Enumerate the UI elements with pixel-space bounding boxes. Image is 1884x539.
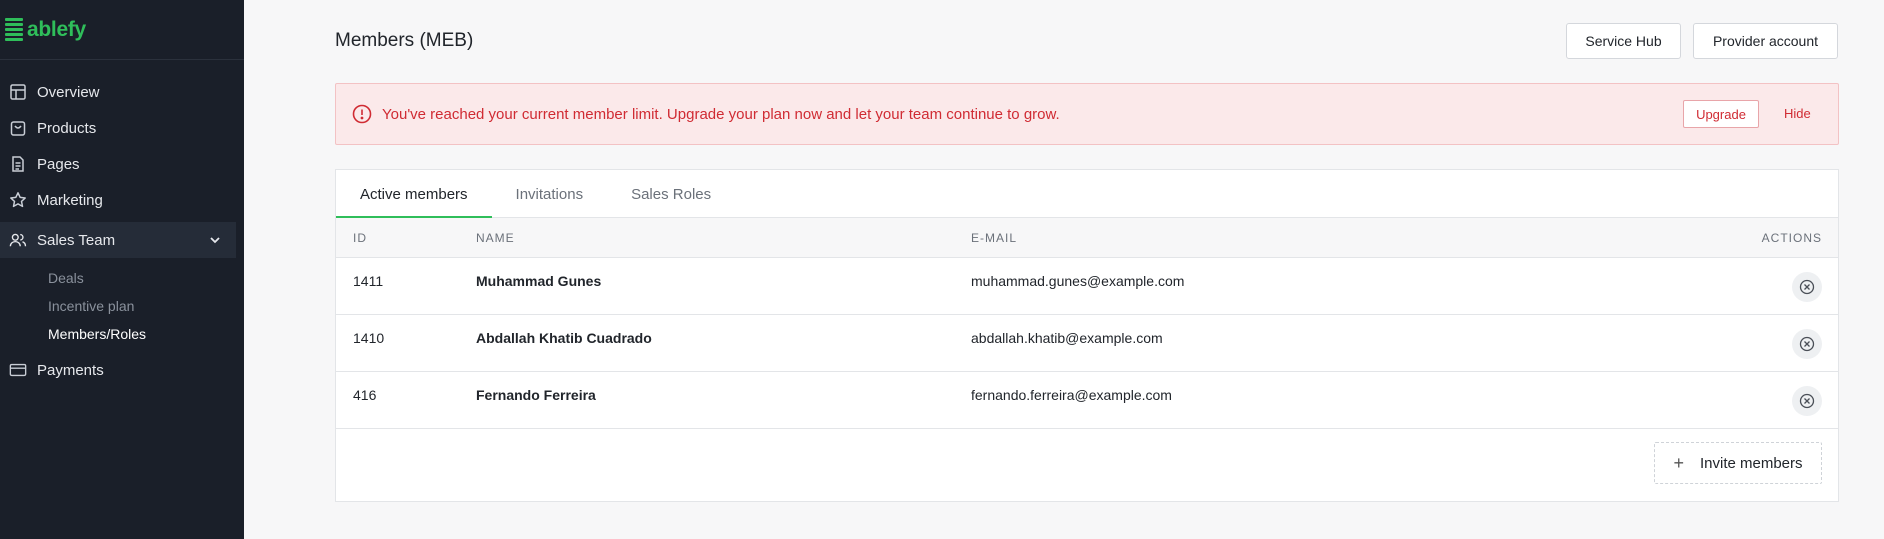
card-icon <box>9 361 27 379</box>
sidebar-item-overview[interactable]: Overview <box>0 74 244 110</box>
sidebar-subitem-incentive-plan[interactable]: Incentive plan <box>48 292 244 320</box>
upgrade-button[interactable]: Upgrade <box>1683 100 1759 128</box>
member-name: Abdallah Khatib Cuadrado <box>476 330 652 346</box>
sidebar-item-label: Sales Team <box>37 231 116 249</box>
remove-member-button[interactable] <box>1792 386 1822 416</box>
table-header: ID NAME E-MAIL ACTIONS <box>336 218 1838 258</box>
alert-message: You've reached your current member limit… <box>382 105 1060 123</box>
provider-account-button[interactable]: Provider account <box>1693 23 1838 59</box>
sidebar-item-payments[interactable]: Payments <box>0 352 244 388</box>
layout-icon <box>9 83 27 101</box>
sidebar-item-label: Marketing <box>37 191 103 209</box>
tab-invitations[interactable]: Invitations <box>492 170 608 218</box>
brand-logo[interactable]: ablefy <box>0 0 244 60</box>
members-card: Active members Invitations Sales Roles I… <box>335 169 1839 502</box>
brand-name: ablefy <box>27 17 86 41</box>
hide-alert-link[interactable]: Hide <box>1784 106 1811 121</box>
member-id: 1411 <box>353 273 384 289</box>
member-limit-alert: You've reached your current member limit… <box>335 83 1839 145</box>
sidebar-subitem-deals[interactable]: Deals <box>48 264 244 292</box>
sidebar-nav: Overview Products Pages Marketing Sales … <box>0 60 244 388</box>
alert-circle-icon <box>352 104 372 124</box>
member-email: fernando.ferreira@example.com <box>971 387 1172 403</box>
close-circle-icon <box>1799 393 1815 409</box>
users-icon <box>9 231 27 249</box>
plus-icon: + <box>1673 452 1684 473</box>
chevron-down-icon[interactable] <box>208 233 222 247</box>
sidebar-item-label: Pages <box>37 155 80 173</box>
table-row: 1410 Abdallah Khatib Cuadrado abdallah.k… <box>336 315 1838 372</box>
file-icon <box>9 155 27 173</box>
invite-members-label: Invite members <box>1699 454 1803 472</box>
close-circle-icon <box>1799 336 1815 352</box>
column-header-name[interactable]: NAME <box>476 231 515 245</box>
close-circle-icon <box>1799 279 1815 295</box>
member-id: 1410 <box>353 330 385 346</box>
sidebar-submenu: Deals Incentive plan Members/Roles <box>0 258 244 352</box>
sidebar-item-products[interactable]: Products <box>0 110 244 146</box>
member-email: abdallah.khatib@example.com <box>971 330 1163 346</box>
invite-members-button[interactable]: + Invite members <box>1654 442 1822 484</box>
sidebar-item-label: Products <box>37 119 97 137</box>
sidebar-item-pages[interactable]: Pages <box>0 146 244 182</box>
bag-icon <box>9 119 27 137</box>
service-hub-button[interactable]: Service Hub <box>1566 23 1681 59</box>
member-email: muhammad.gunes@example.com <box>971 273 1185 289</box>
sidebar: ablefy Overview Products Pages Marketing <box>0 0 244 539</box>
tab-sales-roles[interactable]: Sales Roles <box>607 170 735 218</box>
table-row: 416 Fernando Ferreira fernando.ferreira@… <box>336 372 1838 429</box>
sidebar-item-label: Overview <box>37 83 100 101</box>
remove-member-button[interactable] <box>1792 272 1822 302</box>
member-name: Muhammad Gunes <box>476 273 602 289</box>
page-title: Members (MEB) <box>335 30 474 51</box>
logo-icon <box>5 18 23 41</box>
column-header-email[interactable]: E-MAIL <box>971 231 1017 245</box>
table-row: 1411 Muhammad Gunes muhammad.gunes@examp… <box>336 258 1838 315</box>
column-header-actions: ACTIONS <box>1761 231 1822 245</box>
remove-member-button[interactable] <box>1792 329 1822 359</box>
sidebar-subitem-members-roles[interactable]: Members/Roles <box>48 320 244 348</box>
sidebar-item-sales-team[interactable]: Sales Team <box>0 222 236 258</box>
sidebar-item-label: Payments <box>37 361 104 379</box>
member-name: Fernando Ferreira <box>476 387 596 403</box>
column-header-id[interactable]: ID <box>353 231 367 245</box>
member-id: 416 <box>353 387 377 403</box>
tab-active-members[interactable]: Active members <box>336 170 492 219</box>
star-icon <box>9 191 27 209</box>
tabs: Active members Invitations Sales Roles <box>336 170 1838 219</box>
sidebar-item-marketing[interactable]: Marketing <box>0 182 244 218</box>
